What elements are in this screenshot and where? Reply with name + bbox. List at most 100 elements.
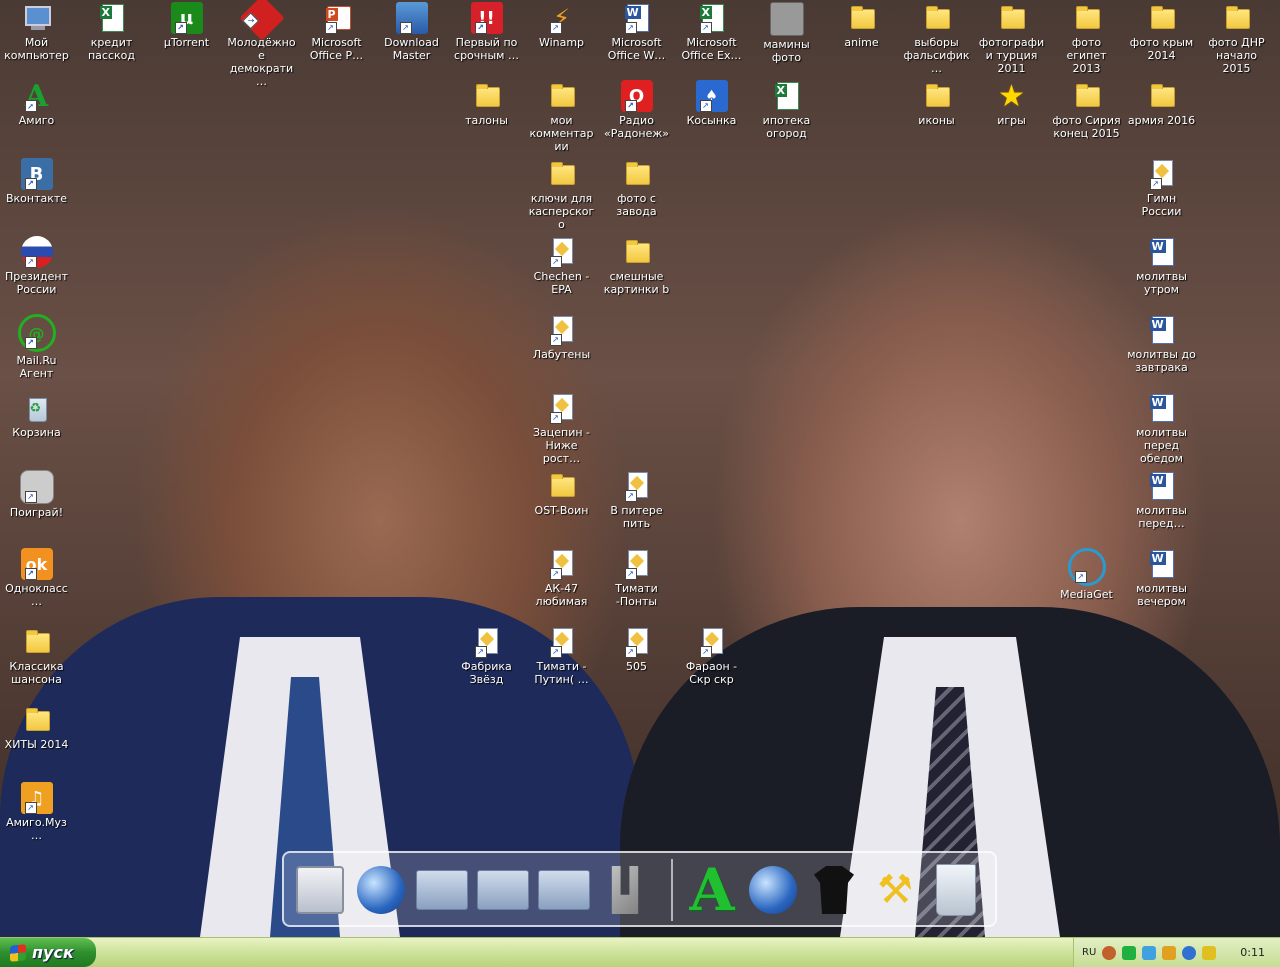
taskbar: пуск RU 0:11 <box>0 937 1280 967</box>
dock-item-pictures-folder[interactable] <box>536 861 592 919</box>
desktop-icon[interactable]: фото крым 2014 <box>1124 2 1199 62</box>
documents-folder-icon <box>416 870 468 910</box>
dock-item-internet-globe[interactable] <box>745 861 801 919</box>
desktop-icon[interactable]: мамины фото <box>749 2 824 64</box>
desktop-icon[interactable]: ↗ Microsoft Office Ex… <box>674 2 749 62</box>
desktop-icon[interactable]: @ ↗ Mail.Ru Агент <box>0 314 74 380</box>
desktop-icon[interactable]: ♠ ↗ Косынка <box>674 80 749 127</box>
desktop-icon[interactable]: ↗ АК-47 любимая <box>524 548 599 608</box>
desktop-icon[interactable]: ↗ MediaGet <box>1049 548 1124 601</box>
desktop-icon[interactable]: молитвы до завтрака <box>1124 314 1199 374</box>
folder-icon <box>1146 2 1178 34</box>
audio-file-icon: ↗ <box>546 392 578 424</box>
dock-item-hammer[interactable]: ⚒ <box>867 861 923 919</box>
dock-item-desktop-screen[interactable] <box>292 861 348 919</box>
desktop-icon-label: В питере пить <box>610 504 663 530</box>
desktop-icon[interactable]: талоны <box>449 80 524 127</box>
desktop-icon[interactable]: anime <box>824 2 899 49</box>
desktop-icon[interactable]: Мой компьютер <box>0 2 74 62</box>
desktop-icon[interactable]: ХИТЫ 2014 <box>0 704 74 751</box>
desktop-icon[interactable]: ↗ Download Master <box>374 2 449 62</box>
desktop-icon[interactable]: A ↗ Амиго <box>0 79 74 128</box>
desktop-icon[interactable]: ↗ Молодёжное демократи… <box>224 0 299 88</box>
excel-file-icon <box>96 2 128 34</box>
dock-item-tools[interactable] <box>597 861 653 919</box>
desktop-icon[interactable]: выборы фальсифик… <box>899 2 974 75</box>
winamp-icon: ⚡ ↗ <box>546 2 578 34</box>
desktop-icon[interactable]: ключи для касперского <box>524 158 599 231</box>
shortcut-arrow-icon: ↗ <box>624 22 637 34</box>
dock-item-amigo[interactable]: A <box>684 856 740 924</box>
dock-item-globe[interactable] <box>353 861 409 919</box>
dock-item-tshirt[interactable] <box>806 861 862 919</box>
desktop-icon[interactable]: ↗ Лабутены <box>524 314 599 361</box>
desktop-icon[interactable]: Корзина <box>0 392 74 439</box>
desktop-icon[interactable]: молитвы перед… <box>1124 470 1199 530</box>
desktop-icon[interactable]: B ↗ Вконтакте <box>0 158 74 205</box>
volume-tray-icon[interactable] <box>1182 945 1197 960</box>
desktop-icon[interactable]: кредит пасскод <box>74 2 149 62</box>
desktop-icon[interactable]: молитвы вечером <box>1124 548 1199 608</box>
desktop-icon-label: талоны <box>465 114 508 127</box>
desktop-icon[interactable]: молитвы перед обедом <box>1124 392 1199 465</box>
desktop-icon[interactable]: ↗ Chechen - EPA <box>524 236 599 296</box>
desktop-icon[interactable]: O ↗ Радио «Радонеж» <box>599 80 674 140</box>
vk-icon: B ↗ <box>20 158 53 190</box>
desktop-icon[interactable]: µ ↗ µTorrent <box>149 2 224 49</box>
desktop-icon[interactable]: ♫ ↗ Амиго.Муз… <box>0 782 74 842</box>
folder-icon <box>621 236 653 268</box>
desktop-icon[interactable]: ok ↗ Однокласс… <box>0 548 74 608</box>
quick-launch-dock: A ⚒ <box>282 851 997 927</box>
desktop-icon[interactable]: армия 2016 <box>1124 80 1199 127</box>
desktop-icon[interactable]: фотографии турция 2011 <box>974 2 1049 75</box>
desktop-icon[interactable]: фото Сирия конец 2015 <box>1049 80 1124 140</box>
language-indicator[interactable]: RU <box>1082 947 1096 958</box>
download-tray-icon[interactable] <box>1142 945 1157 960</box>
folder-icon <box>921 80 953 112</box>
desktop-icon[interactable]: смешные картинки b <box>599 236 674 296</box>
desktop-icon[interactable]: ↗ Зацепин - Ниже рост… <box>524 392 599 465</box>
shortcut-arrow-icon: ↗ <box>24 491 37 503</box>
desktop-icon[interactable]: фото египет 2013 <box>1049 2 1124 75</box>
folder-icon <box>996 2 1028 34</box>
dock-item-documents-folder[interactable] <box>414 861 470 919</box>
my-computer-icon <box>21 2 53 34</box>
desktop-icon[interactable]: фото ДНР начало 2015 <box>1199 2 1274 75</box>
desktop-icon[interactable]: ★ игры <box>974 79 1049 128</box>
desktop-icon[interactable]: ↗ Гимн России <box>1124 158 1199 218</box>
desktop-icon[interactable]: мои комментарии <box>524 80 599 153</box>
desktop-icon[interactable]: Классика шансона <box>0 626 74 686</box>
network-tray-icon[interactable] <box>1162 945 1177 960</box>
tray-collapse-icon[interactable] <box>1102 945 1117 960</box>
desktop-icon[interactable]: ипотека огород <box>749 80 824 140</box>
shortcut-arrow-icon: ↗ <box>624 646 637 658</box>
desktop-icon[interactable]: ↗ Поиграй! <box>0 470 74 519</box>
shortcut-arrow-icon: ↗ <box>549 568 562 580</box>
desktop-icon[interactable]: !! ↗ Первый по срочным … <box>449 2 524 62</box>
desktop-icon[interactable]: иконы <box>899 80 974 127</box>
dock-item-music-folder[interactable] <box>475 861 531 919</box>
solitaire-icon: ♠ ↗ <box>695 80 728 112</box>
desktop-icon[interactable]: ↗ 505 <box>599 626 674 673</box>
desktop-icon[interactable]: молитвы утром <box>1124 236 1199 296</box>
amigo-tray-icon[interactable] <box>1122 945 1137 960</box>
word-doc-icon <box>1146 470 1178 502</box>
start-button[interactable]: пуск <box>0 938 96 967</box>
folder-icon <box>546 158 578 190</box>
desktop-icon[interactable]: ↗ В питере пить <box>599 470 674 530</box>
dock-item-recycle-bin[interactable] <box>928 861 984 919</box>
desktop-icon[interactable]: ↗ Президент России <box>0 236 74 296</box>
desktop-icon[interactable]: ↗ Тимати -Понты <box>599 548 674 608</box>
desktop-icon[interactable]: ↗ Фараон - Скр скр <box>674 626 749 686</box>
desktop-icon[interactable]: ⚡ ↗ Winamp <box>524 2 599 49</box>
desktop-icon[interactable]: ↗ Фабрика Звёзд <box>449 626 524 686</box>
clock[interactable]: 0:11 <box>1240 946 1265 959</box>
desktop-icon[interactable]: ↗ Microsoft Office P… <box>299 2 374 62</box>
desktop-icon-label: армия 2016 <box>1127 114 1196 127</box>
desktop-icon[interactable]: OST-Воин <box>524 470 599 517</box>
security-shield-icon[interactable] <box>1202 945 1217 960</box>
desktop-icon[interactable]: ↗ Тимати - Путин( … <box>524 626 599 686</box>
desktop-icon-label: Зацепин - Ниже рост… <box>532 426 591 465</box>
desktop-icon[interactable]: фото с завода <box>599 158 674 218</box>
desktop-icon[interactable]: ↗ Microsoft Office W… <box>599 2 674 62</box>
